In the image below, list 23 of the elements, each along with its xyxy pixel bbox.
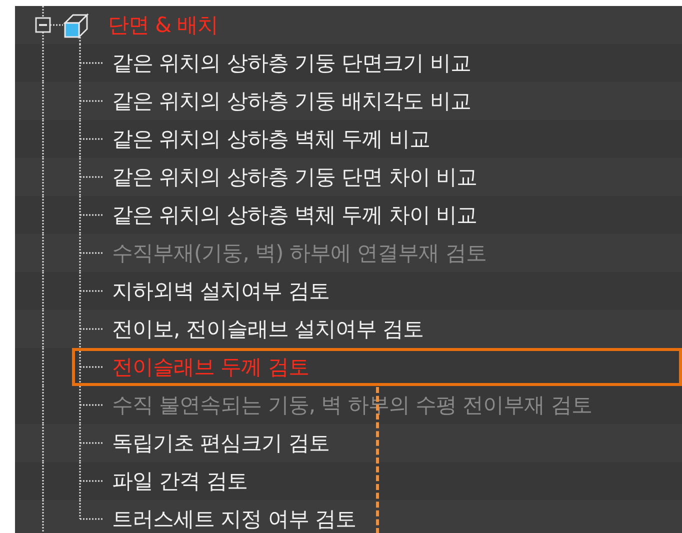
tree-item[interactable]: 파일 간격 검토 bbox=[112, 470, 248, 492]
tree-line bbox=[79, 196, 104, 234]
cube-icon bbox=[63, 13, 89, 39]
tree-item[interactable]: 같은 위치의 상하층 벽체 두께 비교 bbox=[112, 128, 430, 150]
tree-item[interactable]: 지하외벽 설치여부 검토 bbox=[112, 280, 330, 302]
tree-line bbox=[79, 158, 104, 196]
tree-item[interactable]: 같은 위치의 상하층 벽체 두께 차이 비교 bbox=[112, 204, 478, 226]
tree-line bbox=[50, 24, 63, 26]
tree-item[interactable]: 같은 위치의 상하층 기둥 배치각도 비교 bbox=[112, 90, 471, 112]
tree-line bbox=[79, 120, 104, 158]
tree-item[interactable]: 같은 위치의 상하층 기둥 단면 차이 비교 bbox=[112, 166, 478, 188]
tree-item[interactable]: 전이보, 전이슬래브 설치여부 검토 bbox=[112, 318, 424, 340]
tree-line bbox=[79, 424, 104, 462]
collapse-toggle-icon[interactable] bbox=[35, 17, 51, 33]
tree-item[interactable]: 트러스세트 지정 여부 검토 bbox=[112, 508, 356, 530]
tree-line bbox=[79, 234, 104, 272]
tree-line bbox=[79, 310, 104, 348]
tree-line bbox=[42, 6, 44, 18]
tree-line bbox=[79, 272, 104, 310]
tree-item[interactable]: 독립기초 편심크기 검토 bbox=[112, 432, 330, 454]
tree-line bbox=[79, 386, 104, 424]
tree-line bbox=[79, 82, 104, 120]
tree-item[interactable]: 같은 위치의 상하층 기둥 단면크기 비교 bbox=[112, 52, 471, 74]
